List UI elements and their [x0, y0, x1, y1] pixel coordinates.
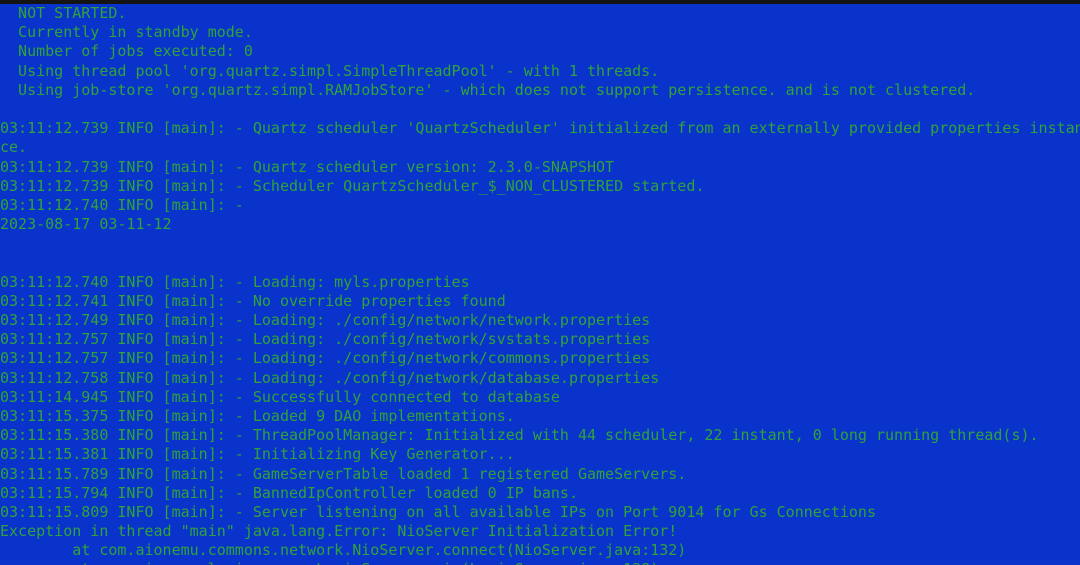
- console-line: Number of jobs executed: 0: [0, 42, 253, 61]
- window-top-bezel: [0, 0, 1080, 4]
- console-line: 03:11:12.749 INFO [main]: - Loading: ./c…: [0, 311, 651, 329]
- console-line: 03:11:15.375 INFO [main]: - Loaded 9 DAO…: [0, 406, 515, 425]
- console-line: 03:11:12.757 INFO [main]: - Loading: ./c…: [0, 349, 651, 368]
- console-line: Currently in standby mode.: [0, 23, 253, 42]
- console-line: 03:11:15.789 INFO [main]: - GameServerTa…: [0, 464, 687, 483]
- console-line: 03:11:15.381 INFO [main]: - Initializing…: [0, 445, 515, 464]
- console-line: 03:11:14.945 INFO [main]: - Successfully…: [0, 387, 560, 406]
- console-line: at com.aionemu.commons.network.NioServer…: [0, 541, 687, 560]
- console-line: ce.: [0, 138, 28, 157]
- console-line: Exception in thread "main" java.lang.Err…: [0, 522, 678, 541]
- console-line: 2023-08-17 03-11-12: [0, 215, 172, 234]
- terminal-window[interactable]: NOT STARTED. Currently in standby mode. …: [0, 0, 1080, 565]
- console-line: 03:11:12.740 INFO [main]: -: [0, 195, 253, 214]
- console-output[interactable]: NOT STARTED. Currently in standby mode. …: [0, 4, 1080, 565]
- console-line: Using job-store 'org.quartz.simpl.RAMJob…: [0, 80, 976, 99]
- console-line: 03:11:12.740 INFO [main]: - Loading: myl…: [0, 272, 470, 291]
- console-line: 03:11:15.380 INFO [main]: - ThreadPoolMa…: [0, 426, 1039, 445]
- console-line: 03:11:12.739 INFO [main]: - Quartz sched…: [0, 157, 615, 176]
- console-line: 03:11:12.758 INFO [main]: - Loading: ./c…: [0, 368, 660, 387]
- console-line: 03:11:15.794 INFO [main]: - BannedIpCont…: [0, 483, 578, 502]
- console-line: Using thread pool 'org.quartz.simpl.Simp…: [0, 61, 660, 80]
- console-line: 03:11:12.739 INFO [main]: - Quartz sched…: [0, 119, 1080, 138]
- console-line: at com.aionemu.loginserver.LoginServer.m…: [0, 560, 1080, 565]
- console-line: 03:11:12.741 INFO [main]: - No override …: [0, 291, 506, 310]
- console-line: 03:11:15.809 INFO [main]: - Server liste…: [0, 502, 876, 521]
- console-line: 03:11:12.757 INFO [main]: - Loading: ./c…: [0, 330, 651, 349]
- console-line: NOT STARTED.: [0, 4, 127, 22]
- console-line: 03:11:12.739 INFO [main]: - Scheduler Qu…: [0, 176, 705, 195]
